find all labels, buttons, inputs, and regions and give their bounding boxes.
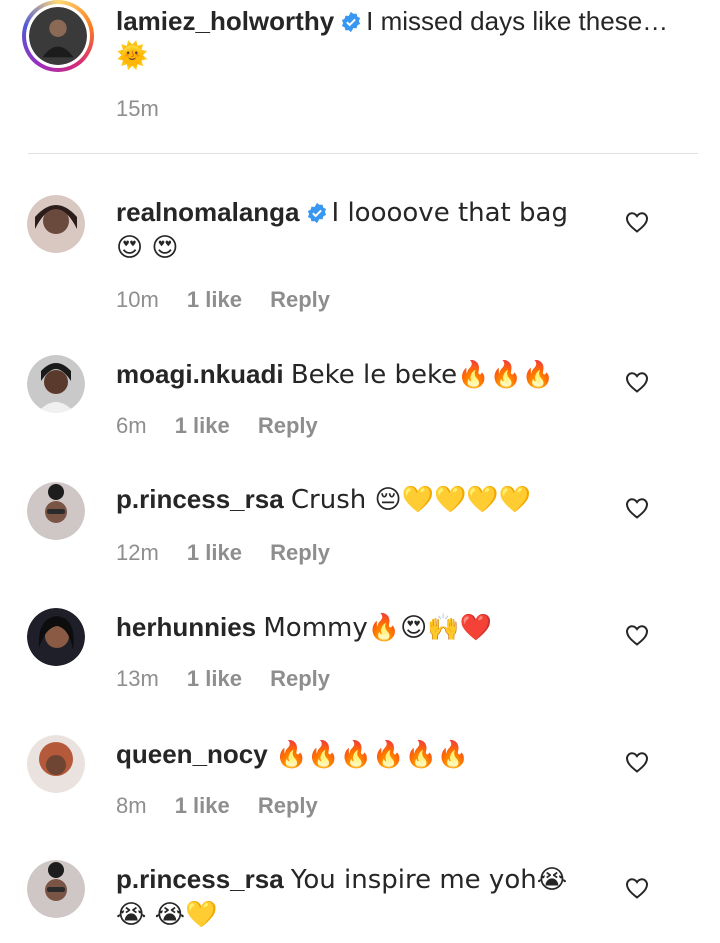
avatar bbox=[29, 7, 87, 65]
comment-username[interactable]: p.rincess_rsa bbox=[116, 864, 284, 894]
heart-outline-icon[interactable] bbox=[625, 877, 649, 899]
comment-item: queen_nocy 🔥🔥🔥🔥🔥🔥 8m 1 like Reply bbox=[0, 735, 720, 835]
reply-button[interactable]: Reply bbox=[270, 540, 330, 565]
comment-likes[interactable]: 1 like bbox=[175, 793, 230, 818]
comment-username[interactable]: moagi.nkuadi bbox=[116, 359, 284, 389]
comment-text: 🔥🔥🔥🔥🔥🔥 bbox=[274, 740, 470, 770]
comment-timestamp: 13m bbox=[116, 666, 159, 691]
comment-item: moagi.nkuadi Beke le beke🔥🔥🔥 6m 1 like R… bbox=[0, 355, 720, 455]
comment-text: Beke le beke🔥🔥🔥 bbox=[290, 360, 555, 390]
comment-likes[interactable]: 1 like bbox=[187, 540, 242, 565]
comment-item: realnomalanga I loooove that bag 😍 😍 10m … bbox=[0, 193, 720, 323]
heart-outline-icon[interactable] bbox=[625, 371, 649, 393]
comment-likes[interactable]: 1 like bbox=[187, 666, 242, 691]
comment-username[interactable]: realnomalanga bbox=[116, 197, 300, 227]
comment-username[interactable]: queen_nocy bbox=[116, 739, 268, 769]
comment-likes[interactable]: 1 like bbox=[187, 287, 242, 312]
comment-item: herhunnies Mommy🔥😍🙌❤️ 13m 1 like Reply bbox=[0, 608, 720, 708]
verified-badge-icon bbox=[342, 11, 361, 33]
post-caption: lamiez_holworthy I missed days like these… bbox=[0, 0, 720, 140]
avatar[interactable] bbox=[27, 860, 85, 918]
reply-button[interactable]: Reply bbox=[258, 793, 318, 818]
reply-button[interactable]: Reply bbox=[258, 413, 318, 438]
heart-outline-icon[interactable] bbox=[625, 624, 649, 646]
comment-timestamp: 8m bbox=[116, 793, 147, 818]
comment-timestamp: 10m bbox=[116, 287, 159, 312]
reply-button[interactable]: Reply bbox=[270, 287, 330, 312]
avatar[interactable] bbox=[27, 482, 85, 540]
comment-text: Crush 😔💛💛💛💛 bbox=[290, 485, 532, 515]
heart-outline-icon[interactable] bbox=[625, 211, 649, 233]
caption-timestamp: 15m bbox=[116, 96, 159, 121]
heart-outline-icon[interactable] bbox=[625, 497, 649, 519]
divider bbox=[28, 153, 698, 154]
comment-timestamp: 6m bbox=[116, 413, 147, 438]
comment-username[interactable]: herhunnies bbox=[116, 612, 256, 642]
comment-item: p.rincess_rsa You inspire me yoh😭😭 😭💛 bbox=[0, 860, 720, 943]
avatar[interactable] bbox=[27, 195, 85, 253]
comment-timestamp: 12m bbox=[116, 540, 159, 565]
reply-button[interactable]: Reply bbox=[270, 666, 330, 691]
comment-item: p.rincess_rsa Crush 😔💛💛💛💛 12m 1 like Rep… bbox=[0, 482, 720, 582]
comment-username[interactable]: p.rincess_rsa bbox=[116, 484, 284, 514]
avatar[interactable] bbox=[27, 355, 85, 413]
comment-text: Mommy🔥😍🙌❤️ bbox=[263, 613, 492, 643]
caption-username[interactable]: lamiez_holworthy bbox=[116, 6, 334, 36]
comment-likes[interactable]: 1 like bbox=[175, 413, 230, 438]
verified-badge-icon bbox=[307, 202, 326, 224]
heart-outline-icon[interactable] bbox=[625, 751, 649, 773]
story-ring-avatar[interactable] bbox=[22, 0, 94, 72]
avatar[interactable] bbox=[27, 608, 85, 666]
avatar[interactable] bbox=[27, 735, 85, 793]
